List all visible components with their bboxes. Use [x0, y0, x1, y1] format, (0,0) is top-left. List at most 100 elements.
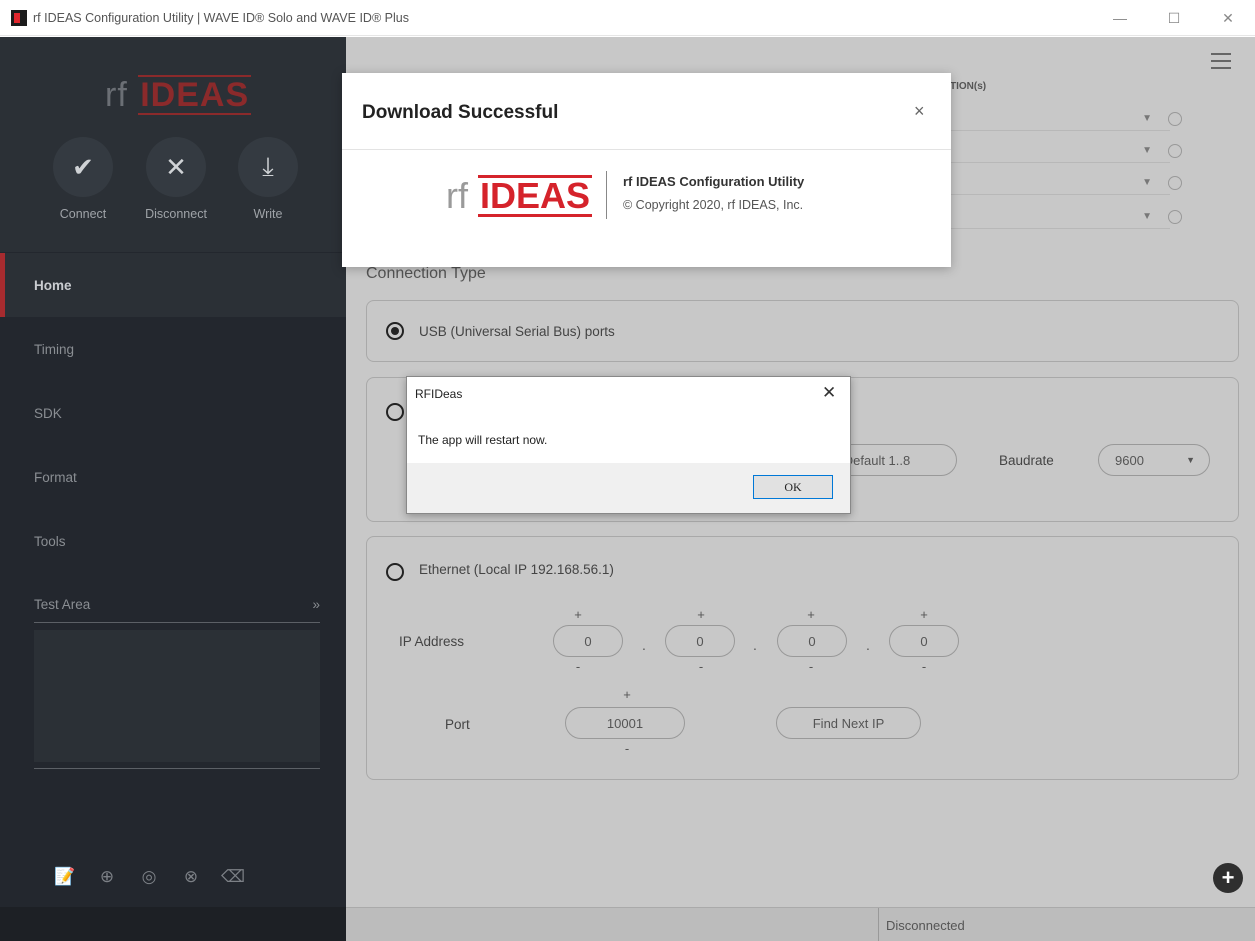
- message-box-footer: OK: [407, 463, 850, 513]
- location-select-4[interactable]: ▼: [950, 207, 1182, 229]
- location-select-3[interactable]: ▼: [950, 173, 1182, 195]
- sidebar-header: rf IDEAS ✔ Connect ✕ Disconnect ⤓ Write: [0, 37, 346, 252]
- test-toolbar: 📝 ⊕ ◎ ⊗ ⌫: [44, 863, 254, 891]
- octet3-input[interactable]: 0: [777, 625, 847, 657]
- rfideas-logo: rf IDEAS: [446, 175, 593, 217]
- octet4-input[interactable]: 0: [889, 625, 959, 657]
- app-name: rf IDEAS Configuration Utility: [623, 174, 805, 189]
- message-text: The app will restart now.: [418, 433, 548, 447]
- copyright-text: © Copyright 2020, rf IDEAS, Inc.: [623, 198, 804, 212]
- connect-label: Connect: [59, 207, 107, 221]
- window-controls: — ☐ ✕: [1093, 0, 1255, 36]
- check-icon: ✔: [53, 137, 113, 197]
- nav-timing[interactable]: Timing: [0, 317, 346, 381]
- close-window-button[interactable]: ✕: [1201, 0, 1255, 36]
- port-decrement[interactable]: -: [617, 741, 637, 756]
- ethernet-label: Ethernet (Local IP 192.168.56.1): [419, 562, 614, 577]
- location-select-1[interactable]: ▼: [950, 109, 1182, 131]
- ip-address-label: IP Address: [399, 634, 465, 649]
- baudrate-value: 9600: [1115, 452, 1144, 468]
- close-icon[interactable]: ✕: [822, 383, 836, 403]
- add-icon[interactable]: +: [1213, 863, 1243, 893]
- title-bar: rf IDEAS Configuration Utility | WAVE ID…: [0, 0, 1255, 36]
- nav-tools[interactable]: Tools: [0, 509, 346, 573]
- status-divider: [878, 908, 879, 941]
- top-panel-title: TION(s): [950, 81, 987, 92]
- location-radio-2[interactable]: [1168, 144, 1182, 158]
- sidebar-logo: rf IDEAS: [105, 75, 252, 115]
- menu-icon[interactable]: [1211, 53, 1231, 69]
- octet4-increment[interactable]: +: [914, 607, 934, 622]
- minimize-button[interactable]: —: [1093, 0, 1147, 36]
- octet4-decrement[interactable]: -: [914, 659, 934, 674]
- chevron-down-icon: ▼: [1142, 177, 1152, 188]
- location-select-2[interactable]: ▼: [950, 141, 1182, 163]
- octet2-decrement[interactable]: -: [691, 659, 711, 674]
- port-increment[interactable]: +: [617, 687, 637, 702]
- test-area-header[interactable]: Test Area »: [34, 587, 320, 623]
- usb-label: USB (Universal Serial Bus) ports: [419, 324, 615, 339]
- port-label: Port: [445, 717, 470, 732]
- window-title: rf IDEAS Configuration Utility | WAVE ID…: [33, 10, 409, 25]
- location-radio-4[interactable]: [1168, 210, 1182, 224]
- expand-icon[interactable]: »: [312, 597, 320, 612]
- app-icon: [11, 9, 27, 26]
- port-input[interactable]: 10001: [565, 707, 685, 739]
- test-area-label: Test Area: [34, 597, 91, 612]
- serial-radio[interactable]: [386, 403, 404, 421]
- usb-card[interactable]: USB (Universal Serial Bus) ports: [366, 300, 1239, 362]
- hash-icon[interactable]: ⊕: [86, 863, 128, 891]
- location-radio-1[interactable]: [1168, 112, 1182, 126]
- nav-home[interactable]: Home: [0, 253, 346, 317]
- connect-button[interactable]: ✔ Connect: [43, 137, 123, 221]
- octet3-increment[interactable]: +: [801, 607, 821, 622]
- ok-button[interactable]: OK: [753, 475, 833, 499]
- clear-icon[interactable]: ⊗: [170, 863, 212, 891]
- chevron-down-icon: ▼: [1142, 113, 1152, 124]
- sidebar-footer: [0, 907, 346, 941]
- dialog-title: Download Successful: [362, 102, 559, 123]
- connection-type-label: Connection Type: [366, 265, 486, 282]
- cycle-icon[interactable]: ◎: [128, 863, 170, 891]
- ip-separator: .: [642, 637, 646, 653]
- write-button[interactable]: ⤓ Write: [228, 137, 308, 221]
- download-icon: ⤓: [238, 137, 298, 197]
- baudrate-select[interactable]: 9600 ▼: [1098, 444, 1210, 476]
- nav-sdk[interactable]: SDK: [0, 381, 346, 445]
- baudrate-label: Baudrate: [999, 453, 1054, 468]
- maximize-button[interactable]: ☐: [1147, 0, 1201, 36]
- location-radio-3[interactable]: [1168, 176, 1182, 190]
- chevron-down-icon: ▼: [1142, 211, 1152, 222]
- notes-icon[interactable]: 📝: [44, 863, 86, 891]
- ethernet-card[interactable]: Ethernet (Local IP 192.168.56.1) IP Addr…: [366, 536, 1239, 780]
- chevron-down-icon: ▼: [1142, 145, 1152, 156]
- chevron-down-icon: ▼: [1186, 455, 1195, 465]
- message-box-title: RFIDeas: [415, 387, 463, 401]
- dialog-divider: [342, 149, 951, 150]
- ip-separator: .: [866, 637, 870, 653]
- disconnect-label: Disconnect: [145, 207, 207, 221]
- octet1-decrement[interactable]: -: [568, 659, 588, 674]
- octet2-increment[interactable]: +: [691, 607, 711, 622]
- x-icon: ✕: [146, 137, 206, 197]
- ip-separator: .: [753, 637, 757, 653]
- divider: [34, 768, 320, 769]
- logo-divider: [606, 171, 607, 219]
- octet2-input[interactable]: 0: [665, 625, 735, 657]
- find-next-ip-button[interactable]: Find Next IP: [776, 707, 921, 739]
- status-bar: Disconnected: [346, 907, 1255, 941]
- close-icon[interactable]: ×: [914, 101, 925, 122]
- download-success-dialog: Download Successful × rf IDEAS rf IDEAS …: [342, 73, 951, 267]
- connection-status: Disconnected: [886, 918, 965, 933]
- octet1-increment[interactable]: +: [568, 607, 588, 622]
- usb-radio[interactable]: [386, 322, 404, 340]
- restart-message-box: RFIDeas ✕ The app will restart now. OK: [406, 376, 851, 514]
- ethernet-radio[interactable]: [386, 563, 404, 581]
- nav-format[interactable]: Format: [0, 445, 346, 509]
- octet1-input[interactable]: 0: [553, 625, 623, 657]
- octet3-decrement[interactable]: -: [801, 659, 821, 674]
- disconnect-button[interactable]: ✕ Disconnect: [136, 137, 216, 221]
- backspace-icon[interactable]: ⌫: [212, 863, 254, 891]
- test-area-output[interactable]: [34, 630, 320, 762]
- sidebar: rf IDEAS ✔ Connect ✕ Disconnect ⤓ Write …: [0, 37, 346, 941]
